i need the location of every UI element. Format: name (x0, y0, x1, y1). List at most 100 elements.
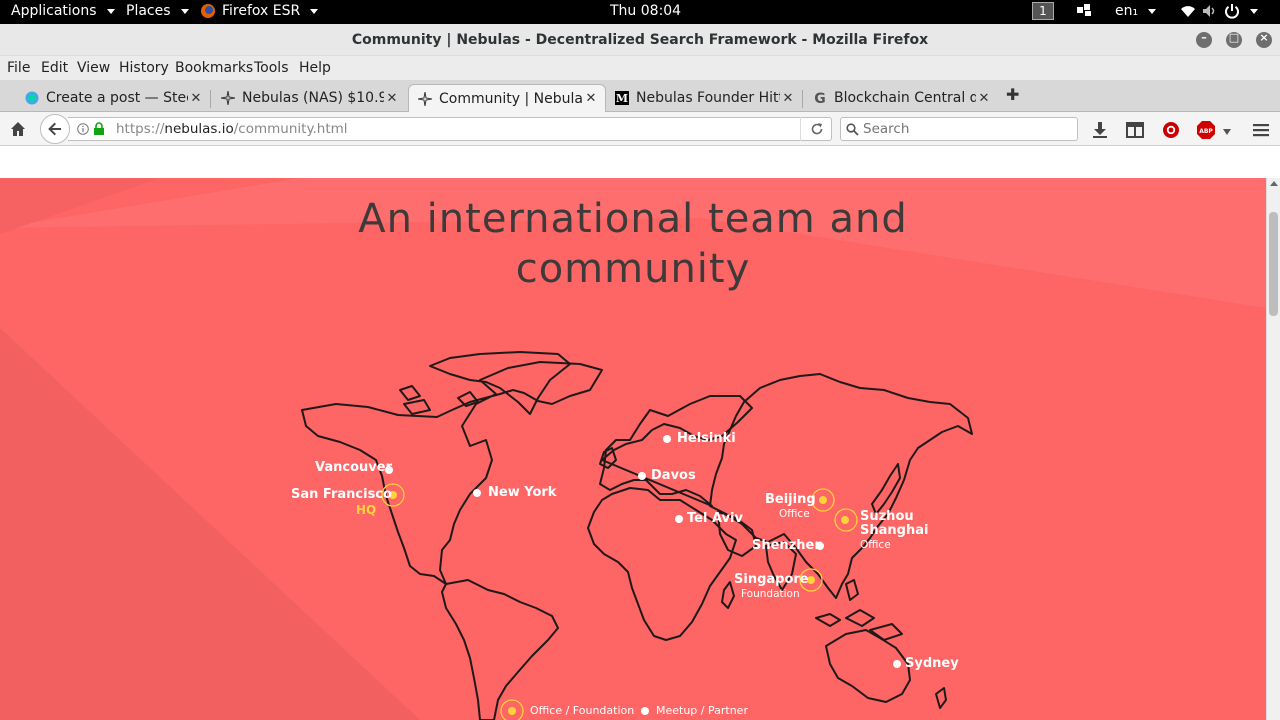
firefox-app-label: Firefox ESR (222, 3, 301, 19)
ublock-icon[interactable] (1161, 120, 1181, 140)
chevron-down-icon (180, 8, 189, 14)
menu-tools[interactable]: Tools (254, 60, 289, 76)
back-button[interactable] (40, 114, 70, 144)
legend-office-dot (508, 707, 516, 715)
singapore-foundation-tag: Foundation (741, 588, 800, 600)
beijing-office-tag: Office (779, 508, 810, 520)
city-sydney: Sydney (905, 656, 959, 671)
marker-tel-aviv (675, 515, 683, 523)
system-top-bar: Applications Places Firefox ESR Thu 08:0… (0, 0, 1280, 24)
close-tab-icon[interactable]: ✕ (583, 91, 599, 106)
menu-view[interactable]: View (77, 60, 110, 76)
tab-community-nebulas[interactable]: Community | Nebulas… ✕ (408, 84, 606, 112)
nebulas-icon (417, 91, 433, 107)
tab-label: Nebulas (NAS) $10.9… (242, 90, 384, 106)
firefox-icon (201, 4, 215, 18)
city-shenzhen: Shenzhen (752, 538, 824, 553)
menu-bookmarks[interactable]: Bookmarks (175, 60, 253, 76)
window-title: Community | Nebulas - Decentralized Sear… (351, 32, 929, 48)
svg-text:G: G (814, 91, 826, 105)
close-tab-icon[interactable]: ✕ (780, 91, 796, 106)
legend-meetup-dot (641, 707, 649, 715)
new-tab-button[interactable]: ✚ (1006, 85, 1019, 104)
city-new-york: New York (488, 485, 557, 500)
steemit-icon (24, 90, 40, 106)
tab-bar: Create a post — Stee… ✕ Nebulas (NAS) $1… (0, 80, 1280, 112)
close-tab-icon[interactable]: ✕ (188, 91, 204, 106)
applications-menu[interactable]: Applications (11, 3, 115, 19)
minimize-icon: – (1201, 31, 1207, 44)
minimize-button[interactable]: – (1196, 31, 1212, 48)
search-icon (846, 123, 859, 136)
city-suzhou: Suzhou (860, 509, 914, 524)
system-tray-icon[interactable] (1076, 3, 1092, 17)
city-san-francisco: San Francisco (291, 487, 392, 502)
url-bar[interactable]: https://nebulas.io/community.html (68, 117, 832, 141)
tab-nebulas-price[interactable]: Nebulas (NAS) $10.9… ✕ (212, 84, 406, 112)
marker-new-york (473, 489, 481, 497)
url-scheme: https:// (116, 121, 165, 137)
chevron-down-icon[interactable] (1223, 129, 1231, 135)
city-davos: Davos (651, 468, 696, 483)
window-title-bar[interactable]: Community | Nebulas - Decentralized Sear… (0, 24, 1280, 56)
tab-steemit[interactable]: Create a post — Stee… ✕ (16, 84, 210, 112)
page-scrollbar[interactable] (1266, 178, 1280, 720)
places-menu[interactable]: Places (126, 3, 189, 19)
svg-text:ABP: ABP (1199, 128, 1213, 135)
svg-text:M: M (616, 92, 628, 105)
chevron-down-icon (106, 8, 115, 14)
city-shanghai: Shanghai (860, 523, 929, 538)
download-icon[interactable] (1090, 120, 1110, 140)
lock-icon[interactable] (93, 122, 105, 136)
navigation-bar: https://nebulas.io/community.html ABP (0, 112, 1280, 146)
firefox-app-menu[interactable]: Firefox ESR (200, 3, 319, 19)
menu-help[interactable]: Help (299, 60, 331, 76)
adblock-plus-icon[interactable]: ABP (1196, 120, 1216, 140)
language-label: en₁ (1115, 3, 1139, 19)
volume-icon (1203, 5, 1215, 17)
status-menu[interactable] (1180, 3, 1258, 19)
language-menu[interactable]: en₁ (1115, 3, 1157, 19)
chevron-down-icon (310, 8, 319, 14)
url-text: https://nebulas.io/community.html (116, 121, 348, 137)
medium-icon: M (614, 90, 630, 106)
close-window-button[interactable]: × (1256, 31, 1272, 48)
sidebar-icon[interactable] (1125, 120, 1145, 140)
search-bar[interactable] (840, 117, 1078, 141)
arrow-left-icon (48, 122, 61, 136)
hamburger-menu-icon[interactable] (1251, 120, 1271, 140)
marker-davos (638, 472, 646, 480)
tab-medium-founder[interactable]: M Nebulas Founder Hitt… ✕ (606, 84, 802, 112)
scroll-up-arrow-icon[interactable] (1270, 181, 1278, 186)
marker-helsinki (663, 435, 671, 443)
community-section: An international team and community Vanc… (0, 178, 1266, 720)
clock[interactable]: Thu 08:04 (610, 3, 681, 19)
legend-office-label: Office / Foundation (530, 704, 635, 717)
url-path: /community.html (233, 121, 348, 137)
close-icon: × (1259, 31, 1269, 44)
workspace-indicator[interactable]: 1 (1032, 2, 1054, 20)
scrollbar-thumb[interactable] (1269, 212, 1278, 316)
legend-meetup-label: Meetup / Partner (656, 704, 748, 717)
tab-label: Create a post — Stee… (46, 90, 188, 106)
close-tab-icon[interactable]: ✕ (384, 91, 400, 106)
home-icon[interactable] (9, 120, 27, 138)
reload-button[interactable] (800, 117, 832, 141)
tab-separator (210, 90, 211, 108)
menu-edit[interactable]: Edit (41, 60, 68, 76)
info-icon[interactable] (77, 123, 89, 135)
city-tel-aviv: Tel Aviv (687, 511, 743, 526)
city-helsinki: Helsinki (677, 431, 736, 446)
maximize-button[interactable]: □ (1226, 31, 1242, 48)
google-icon: G (812, 90, 828, 106)
plus-icon: ✚ (1006, 85, 1020, 104)
wifi-icon (1181, 6, 1195, 17)
clock-label: Thu 08:04 (610, 3, 682, 19)
tab-blockchain-central[interactable]: G Blockchain Central du… ✕ (804, 84, 998, 112)
menu-file[interactable]: File (7, 60, 30, 76)
close-tab-icon[interactable]: ✕ (976, 91, 992, 106)
menu-history[interactable]: History (119, 60, 169, 76)
maximize-icon: □ (1228, 31, 1240, 44)
page-content: An international team and community Vanc… (0, 146, 1280, 720)
search-input[interactable] (863, 120, 1063, 138)
